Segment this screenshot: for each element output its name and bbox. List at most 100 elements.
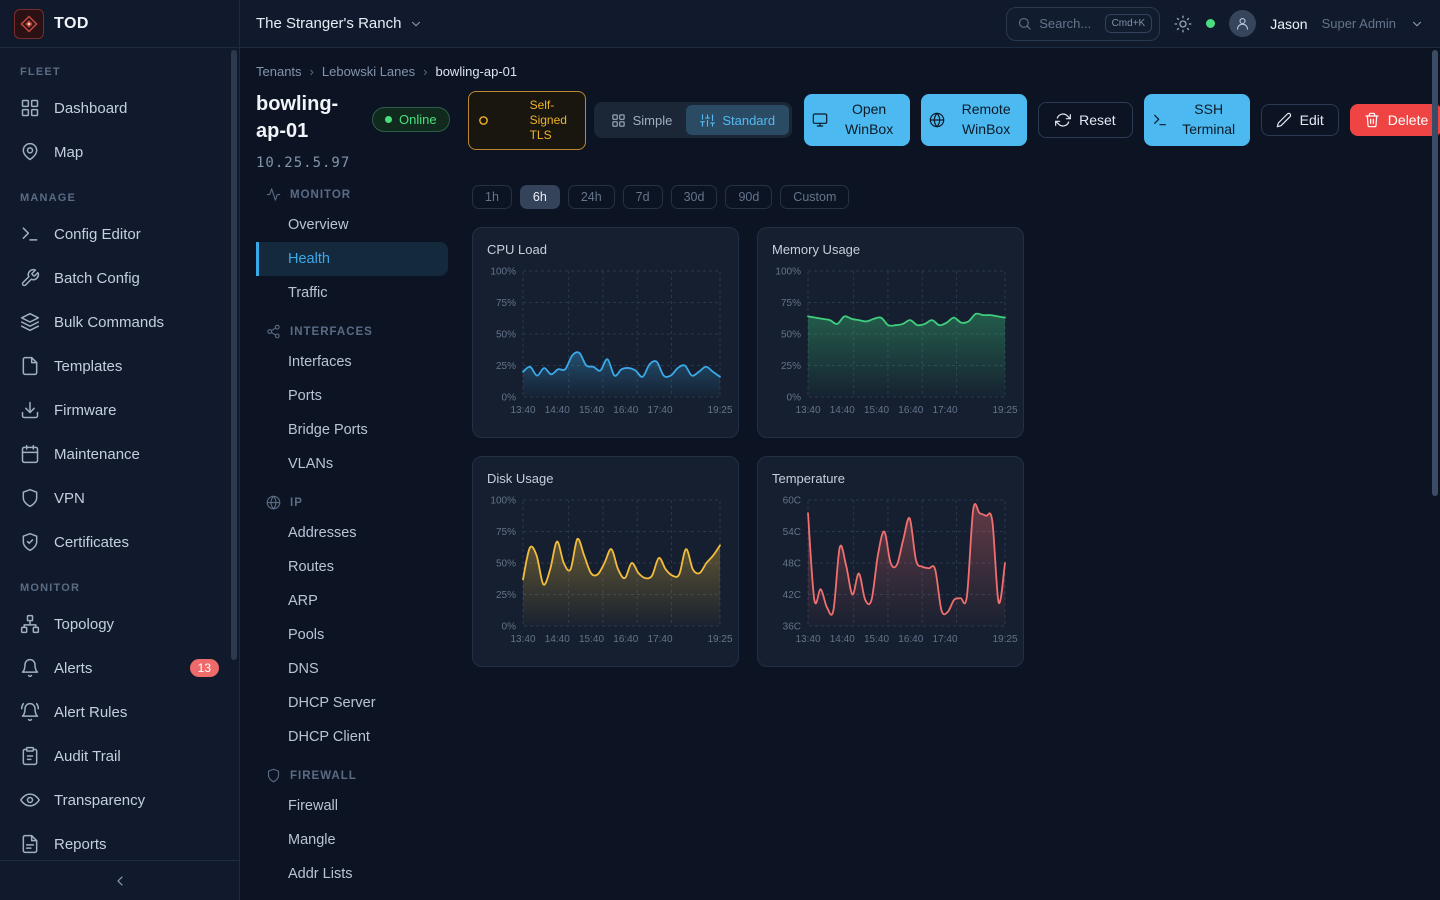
timerange-1h[interactable]: 1h — [472, 185, 512, 209]
sidebar-item-templates[interactable]: Templates — [0, 344, 239, 388]
sidebar-item-dashboard[interactable]: Dashboard — [0, 86, 239, 130]
subnav-item-dhcp-server[interactable]: DHCP Server — [256, 686, 448, 720]
svg-text:17:40: 17:40 — [933, 405, 958, 416]
breadcrumb-item-lebowski-lanes[interactable]: Lebowski Lanes — [322, 64, 415, 79]
subnav-item-vlans[interactable]: VLANs — [256, 447, 448, 481]
subnav-item-dns[interactable]: DNS — [256, 652, 448, 686]
sidebar-item-vpn[interactable]: VPN — [0, 476, 239, 520]
window-scrollbar[interactable] — [1432, 50, 1438, 496]
subnav-item-traffic[interactable]: Traffic — [256, 276, 448, 310]
main-sidebar: TOD FLEETDashboardMapMANAGEConfig Editor… — [0, 0, 240, 900]
calendar-icon — [20, 444, 40, 464]
svg-text:13:40: 13:40 — [510, 405, 535, 416]
pencil-icon — [1276, 112, 1292, 128]
subnav-item-mangle[interactable]: Mangle — [256, 823, 448, 857]
timerange-24h[interactable]: 24h — [568, 185, 615, 209]
sidebar-collapse-button[interactable] — [0, 860, 239, 900]
subnav-item-bridge-ports[interactable]: Bridge Ports — [256, 413, 448, 447]
sidebar-item-config-editor[interactable]: Config Editor — [0, 212, 239, 256]
sidebar-item-topology[interactable]: Topology — [0, 602, 239, 646]
online-dot-icon — [385, 116, 392, 123]
search-input[interactable] — [1039, 16, 1097, 31]
timerange-90d[interactable]: 90d — [725, 185, 772, 209]
user-name: Jason — [1270, 16, 1307, 32]
terminal-icon — [20, 224, 40, 244]
download-icon — [20, 400, 40, 420]
sidebar-item-maintenance[interactable]: Maintenance — [0, 432, 239, 476]
reset-button[interactable]: Reset — [1038, 102, 1133, 138]
timerange-custom[interactable]: Custom — [780, 185, 849, 209]
device-subnav: MONITOROverviewHealthTrafficINTERFACESIn… — [256, 185, 448, 900]
subnav-item-dhcp-client[interactable]: DHCP Client — [256, 720, 448, 754]
timerange-30d[interactable]: 30d — [671, 185, 718, 209]
subnav-section-label: FIREWALL — [290, 770, 357, 782]
chart-card-disk-usage: Disk Usage100%75%50%25%0%13:4014:4015:40… — [472, 456, 739, 667]
sidebar-item-audit-trail[interactable]: Audit Trail — [0, 734, 239, 778]
sidebar-scrollbar[interactable] — [231, 50, 237, 660]
svg-text:15:40: 15:40 — [864, 634, 889, 645]
topology-icon — [20, 614, 40, 634]
tod-logo-icon — [14, 9, 44, 39]
sidebar-item-label: Alert Rules — [54, 704, 127, 721]
subnav-item-firewall[interactable]: Firewall — [256, 789, 448, 823]
search-box[interactable]: Cmd+K — [1006, 7, 1160, 41]
sidebar-section-manage: MANAGE — [0, 174, 239, 212]
subnav-section-interfaces: INTERFACES — [256, 310, 448, 345]
sidebar-item-bulk-commands[interactable]: Bulk Commands — [0, 300, 239, 344]
svg-text:100%: 100% — [490, 267, 516, 278]
svg-text:16:40: 16:40 — [898, 405, 923, 416]
sidebar-item-label: Alerts — [54, 660, 92, 677]
sidebar-item-batch-config[interactable]: Batch Config — [0, 256, 239, 300]
subnav-item-conntrack[interactable]: ConnTrack — [256, 891, 448, 900]
sidebar-item-label: Topology — [54, 616, 114, 633]
sidebar-item-map[interactable]: Map — [0, 130, 239, 174]
subnav-item-pools[interactable]: Pools — [256, 618, 448, 652]
subnav-item-routes[interactable]: Routes — [256, 550, 448, 584]
ssh-terminal-button[interactable]: SSH Terminal — [1144, 94, 1250, 146]
view-toggle-label: Simple — [633, 113, 673, 128]
timerange-6h[interactable]: 6h — [520, 185, 560, 209]
subnav-section-label: IP — [290, 497, 303, 509]
avatar[interactable] — [1229, 10, 1256, 37]
subnav-item-overview[interactable]: Overview — [256, 208, 448, 242]
view-toggle-simple[interactable]: Simple — [597, 105, 687, 135]
sidebar-item-alerts[interactable]: Alerts13 — [0, 646, 239, 690]
subnav-section-firewall: FIREWALL — [256, 754, 448, 789]
sidebar-item-firmware[interactable]: Firmware — [0, 388, 239, 432]
svg-text:19:25: 19:25 — [707, 634, 732, 645]
subnav-item-addresses[interactable]: Addresses — [256, 516, 448, 550]
tenant-selector[interactable]: The Stranger's Ranch — [256, 15, 423, 32]
subnav-item-interfaces[interactable]: Interfaces — [256, 345, 448, 379]
view-toggle-standard[interactable]: Standard — [686, 105, 789, 135]
sliders-icon — [700, 113, 715, 128]
delete-button[interactable]: Delete — [1350, 104, 1440, 136]
search-icon — [1017, 16, 1032, 31]
dashboard-icon — [20, 98, 40, 118]
sidebar-item-certificates[interactable]: Certificates — [0, 520, 239, 564]
subnav-item-ports[interactable]: Ports — [256, 379, 448, 413]
edit-button[interactable]: Edit — [1261, 104, 1339, 136]
svg-text:25%: 25% — [781, 361, 801, 372]
breadcrumb-item-bowling-ap-01: bowling-ap-01 — [435, 64, 517, 79]
chart-plot: 60C54C48C42C36C13:4014:4015:4016:4017:40… — [772, 492, 1011, 654]
svg-text:14:40: 14:40 — [545, 405, 570, 416]
subnav-item-addr-lists[interactable]: Addr Lists — [256, 857, 448, 891]
user-menu-chevron-icon[interactable] — [1410, 17, 1424, 31]
sidebar-item-alert-rules[interactable]: Alert Rules — [0, 690, 239, 734]
subnav-item-arp[interactable]: ARP — [256, 584, 448, 618]
connection-status-dot — [1206, 19, 1215, 28]
activity-icon — [266, 187, 281, 202]
subnav-section-monitor: MONITOR — [256, 185, 448, 208]
open-winbox-button[interactable]: Open WinBox — [804, 94, 910, 146]
report-icon — [20, 834, 40, 854]
sidebar-item-transparency[interactable]: Transparency — [0, 778, 239, 822]
svg-text:16:40: 16:40 — [898, 634, 923, 645]
svg-text:50%: 50% — [496, 330, 516, 341]
breadcrumb-item-tenants[interactable]: Tenants — [256, 64, 302, 79]
theme-toggle-sun-icon[interactable] — [1174, 15, 1192, 33]
remote-winbox-button[interactable]: Remote WinBox — [921, 94, 1027, 146]
svg-text:17:40: 17:40 — [648, 405, 673, 416]
trash-icon — [1364, 112, 1380, 128]
timerange-7d[interactable]: 7d — [623, 185, 663, 209]
subnav-item-health[interactable]: Health — [256, 242, 448, 276]
